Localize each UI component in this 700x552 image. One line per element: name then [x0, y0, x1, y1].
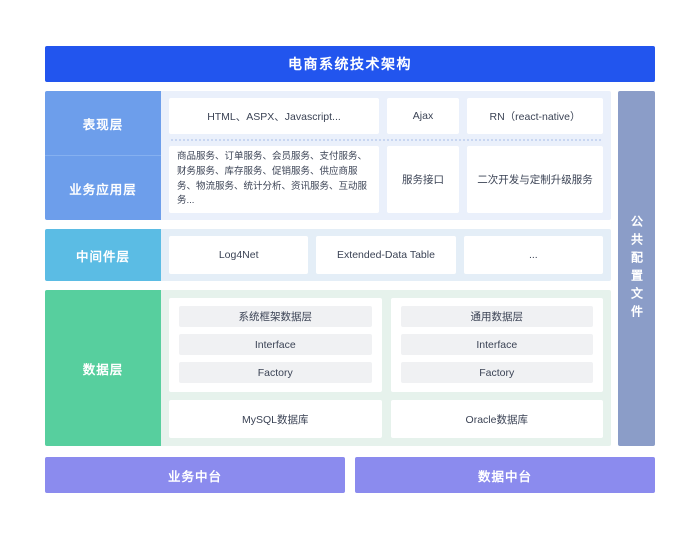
architecture-diagram: 电商系统技术架构 表现层 业务应用层 HTML、ASPX、Javascript.… — [0, 0, 700, 552]
business-services-text: 商品服务、订单服务、会员服务、支付服务、财务服务、库存服务、促销服务、供应商服务… — [177, 151, 368, 207]
bottom-bar-data-middle-platform[interactable]: 数据中台 — [355, 457, 655, 493]
layer-stack: 表现层 业务应用层 HTML、ASPX、Javascript... Ajax R… — [45, 91, 611, 446]
diagram-title-bar: 电商系统技术架构 — [45, 46, 655, 82]
business-item-custom-dev[interactable]: 二次开发与定制升级服务 — [467, 146, 603, 213]
application-band-body: HTML、ASPX、Javascript... Ajax RN（react-na… — [161, 91, 611, 220]
row-divider — [171, 139, 601, 142]
data-band: 数据层 系统框架数据层 Interface Factory 通用数据层 Inte… — [45, 290, 611, 446]
presentation-item-rn[interactable]: RN（react-native） — [467, 98, 603, 135]
data-chip-framework-interface[interactable]: Interface — [179, 334, 372, 355]
bottom-bars: 业务中台 数据中台 — [45, 457, 655, 493]
layer-label-business: 业务应用层 — [45, 155, 161, 220]
bottom-bar-business-middle-platform[interactable]: 业务中台 — [45, 457, 345, 493]
data-card-common: 通用数据层 Interface Factory — [390, 298, 603, 392]
data-card-framework: 系统框架数据层 Interface Factory — [169, 298, 382, 392]
layer-label-middleware: 中间件层 — [45, 229, 161, 281]
data-chip-framework-factory[interactable]: Factory — [179, 362, 372, 383]
data-chip-common-title[interactable]: 通用数据层 — [400, 306, 593, 327]
presentation-item-frontend[interactable]: HTML、ASPX、Javascript... — [169, 98, 379, 135]
database-mysql[interactable]: MySQL数据库 — [169, 400, 382, 438]
middleware-item-more[interactable]: ... — [463, 236, 603, 274]
diagram-body: 表现层 业务应用层 HTML、ASPX、Javascript... Ajax R… — [45, 91, 655, 446]
business-item-service-interface[interactable]: 服务接口 — [387, 146, 459, 213]
data-card-row: 系统框架数据层 Interface Factory 通用数据层 Interfac… — [169, 298, 603, 392]
layer-label-presentation: 表现层 — [82, 117, 124, 132]
presentation-item-ajax[interactable]: Ajax — [387, 98, 459, 135]
public-config-label: 公共配置文件 — [629, 214, 644, 323]
database-oracle[interactable]: Oracle数据库 — [390, 400, 603, 438]
application-band-labels: 表现层 业务应用层 — [45, 91, 161, 220]
data-chip-common-interface[interactable]: Interface — [400, 334, 593, 355]
middleware-band: 中间件层 Log4Net Extended-Data Table ... — [45, 229, 611, 281]
layer-label-data: 数据层 — [45, 290, 161, 446]
middleware-item-extended-data-table[interactable]: Extended-Data Table — [316, 236, 456, 274]
business-row: 商品服务、订单服务、会员服务、支付服务、财务服务、库存服务、促销服务、供应商服务… — [169, 146, 603, 213]
middleware-item-log4net[interactable]: Log4Net — [169, 236, 309, 274]
public-config-rail: 公共配置文件 — [618, 91, 655, 446]
database-row: MySQL数据库 Oracle数据库 — [169, 400, 603, 438]
middleware-band-body: Log4Net Extended-Data Table ... — [161, 229, 611, 281]
data-chip-common-factory[interactable]: Factory — [400, 362, 593, 383]
presentation-row: HTML、ASPX、Javascript... Ajax RN（react-na… — [169, 98, 603, 135]
data-band-body: 系统框架数据层 Interface Factory 通用数据层 Interfac… — [161, 290, 611, 446]
page-title: 电商系统技术架构 — [288, 56, 412, 72]
business-item-services[interactable]: 商品服务、订单服务、会员服务、支付服务、财务服务、库存服务、促销服务、供应商服务… — [169, 146, 379, 213]
data-chip-framework-title[interactable]: 系统框架数据层 — [179, 306, 372, 327]
application-band: 表现层 业务应用层 HTML、ASPX、Javascript... Ajax R… — [45, 91, 611, 220]
